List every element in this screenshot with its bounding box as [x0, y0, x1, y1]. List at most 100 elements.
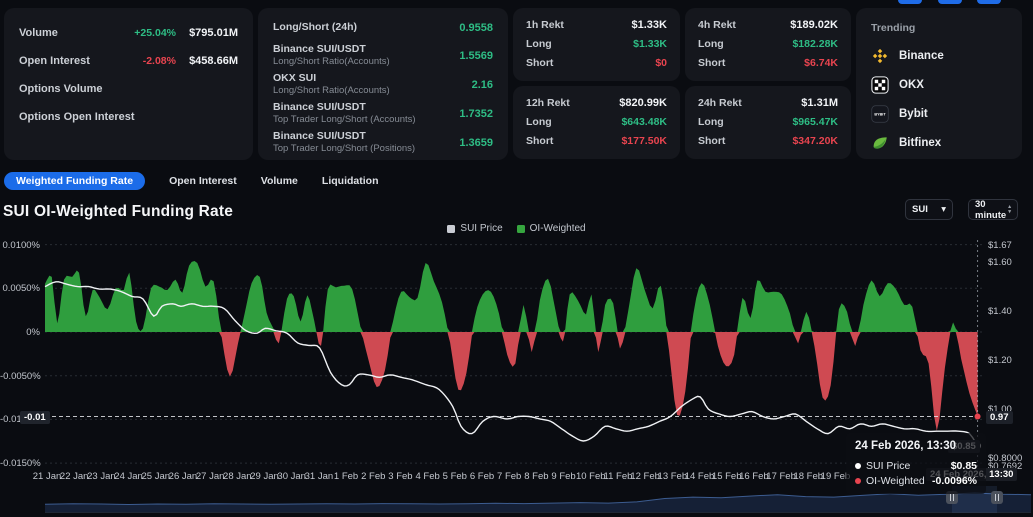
- ls-row: Binance SUI/USDT Top Trader Long/Short (…: [273, 101, 493, 126]
- stat-row-open-interest: Open Interest -2.08% $458.66M: [19, 52, 238, 69]
- series-dot: [855, 463, 861, 469]
- legend-label: SUI Price: [460, 223, 502, 234]
- stat-row-options-open-interest: Options Open Interest: [19, 108, 238, 125]
- ls-label: Binance SUI/USDT: [273, 130, 459, 143]
- page-title: SUI OI-Weighted Funding Rate: [3, 203, 233, 221]
- y-axis-right-label: $1.40: [988, 306, 1012, 317]
- rekt-long-value: $965.47K: [792, 116, 838, 128]
- y-axis-left-label: 0.0100%: [0, 240, 40, 251]
- rekt-long-value: $643.48K: [621, 116, 667, 128]
- rekt-short-label: Short: [698, 57, 804, 69]
- rekt-1h-panel: 1h Rekt$1.33K Long$1.33K Short$0: [513, 8, 680, 81]
- legend-item-oi-weighted[interactable]: OI-Weighted: [517, 223, 586, 234]
- ls-value: 2.16: [472, 79, 493, 91]
- navigator-area: [45, 493, 1031, 512]
- ls-sublabel: Long/Short Ratio(Accounts): [273, 85, 472, 97]
- trending-item-bybit[interactable]: BYBIT Bybit: [871, 105, 1007, 123]
- funding-current-badge: -0.01: [20, 411, 50, 424]
- y-axis-left-label: -0.0050%: [0, 371, 40, 382]
- ls-sublabel: Top Trader Long/Short (Accounts): [273, 114, 459, 126]
- ls-value: 0.9558: [459, 22, 493, 34]
- rekt-long-value: $182.28K: [792, 38, 838, 50]
- interval-select[interactable]: 30 minute ▴▾: [968, 199, 1018, 220]
- funding-area-positive: [45, 261, 978, 332]
- rekt-long-label: Long: [698, 116, 792, 128]
- tooltip-value: -0.0096%: [932, 475, 977, 487]
- rekt-long-label: Long: [526, 116, 621, 128]
- rekt-24h-panel: 24h Rekt$1.31M Long$965.47K Short$347.20…: [685, 86, 851, 159]
- cutoff-button[interactable]: [898, 0, 922, 4]
- stat-label: Options Volume: [19, 83, 238, 95]
- rekt-12h-panel: 12h Rekt$820.99K Long$643.48K Short$177.…: [513, 86, 680, 159]
- bybit-icon: BYBIT: [871, 105, 889, 123]
- cutoff-button[interactable]: [938, 0, 962, 4]
- rekt-title: 1h Rekt: [526, 19, 632, 31]
- rekt-total: $1.31M: [801, 97, 838, 109]
- ls-sublabel: Top Trader Long/Short (Positions): [273, 143, 459, 155]
- rekt-short-value: $177.50K: [621, 135, 667, 147]
- legend-item-sui-price[interactable]: SUI Price: [447, 223, 502, 234]
- rekt-short-value: $0: [655, 57, 667, 69]
- ls-label: OKX SUI: [273, 72, 472, 85]
- tooltip-label: OI-Weighted: [866, 475, 927, 487]
- ls-value: 1.3659: [459, 137, 493, 149]
- ls-label: Binance SUI/USDT: [273, 101, 459, 114]
- rekt-long-label: Long: [698, 38, 792, 50]
- bitfinex-icon: [871, 134, 889, 152]
- trending-item-binance[interactable]: Binance: [871, 47, 1007, 65]
- tab-open-interest[interactable]: Open Interest: [169, 172, 237, 190]
- ls-row: OKX SUI Long/Short Ratio(Accounts) 2.16: [273, 72, 493, 97]
- exchange-name: Bitfinex: [899, 137, 941, 149]
- stat-change: -2.08%: [143, 55, 176, 67]
- y-axis-right-label: $1.67: [988, 240, 1012, 251]
- navigator-handle[interactable]: [991, 491, 1003, 504]
- cutoff-button[interactable]: [977, 0, 1001, 4]
- ls-value: 1.5569: [459, 50, 493, 62]
- tooltip-value: $0.85: [951, 460, 977, 472]
- chart-legend: SUI Price OI-Weighted: [0, 223, 1033, 234]
- binance-icon: [871, 47, 889, 65]
- legend-swatch: [517, 225, 525, 233]
- funding-area-negative: [45, 332, 978, 431]
- tab-liquidation[interactable]: Liquidation: [322, 172, 379, 190]
- y-axis-right-label: $1.60: [988, 257, 1012, 268]
- tooltip-label: SUI Price: [866, 460, 946, 472]
- tab-volume[interactable]: Volume: [261, 172, 298, 190]
- trending-panel: Trending Binance OKX BYBIT Bybit: [856, 8, 1022, 159]
- svg-text:BYBIT: BYBIT: [874, 113, 886, 117]
- trending-item-okx[interactable]: OKX: [871, 76, 1007, 94]
- rekt-short-label: Short: [526, 135, 621, 147]
- symbol-select[interactable]: SUI ▾: [905, 199, 953, 220]
- okx-icon: [871, 76, 889, 94]
- market-overview-panel: Volume +25.04% $795.01M Open Interest -2…: [4, 8, 253, 160]
- exchange-name: OKX: [899, 79, 924, 91]
- stat-label: Options Open Interest: [19, 111, 238, 123]
- exchange-name: Bybit: [899, 108, 928, 120]
- caret-down-icon: ▾: [941, 204, 946, 215]
- ls-row: Binance SUI/USDT Long/Short Ratio(Accoun…: [273, 43, 493, 68]
- ls-sublabel: Long/Short Ratio(Accounts): [273, 56, 459, 68]
- stat-value: $458.66M: [186, 55, 238, 67]
- ls-row: Long/Short (24h) 0.9558: [273, 21, 493, 34]
- ls-value: 1.7352: [459, 108, 493, 120]
- long-short-ratios-panel: Long/Short (24h) 0.9558 Binance SUI/USDT…: [258, 8, 508, 160]
- rekt-4h-panel: 4h Rekt$189.02K Long$182.28K Short$6.74K: [685, 8, 851, 81]
- rekt-long-value: $1.33K: [633, 38, 667, 50]
- symbol-select-value: SUI: [912, 204, 928, 215]
- rekt-title: 24h Rekt: [698, 97, 801, 109]
- price-current-badge: 0.97: [986, 411, 1013, 424]
- tab-weighted-funding-rate[interactable]: Weighted Funding Rate: [4, 172, 145, 190]
- stat-change: +25.04%: [134, 27, 176, 39]
- ls-label: Binance SUI/USDT: [273, 43, 459, 56]
- legend-label: OI-Weighted: [530, 223, 586, 234]
- trending-item-bitfinex[interactable]: Bitfinex: [871, 134, 1007, 152]
- stat-row-options-volume: Options Volume: [19, 80, 238, 97]
- interval-select-value: 30 minute: [975, 199, 1008, 221]
- series-dot: [855, 478, 861, 484]
- trending-title: Trending: [871, 22, 1007, 34]
- spinner-icon: ▴▾: [1008, 205, 1011, 215]
- legend-swatch: [447, 225, 455, 233]
- rekt-short-label: Short: [698, 135, 792, 147]
- exchange-name: Binance: [899, 50, 944, 62]
- ls-row: Binance SUI/USDT Top Trader Long/Short (…: [273, 130, 493, 155]
